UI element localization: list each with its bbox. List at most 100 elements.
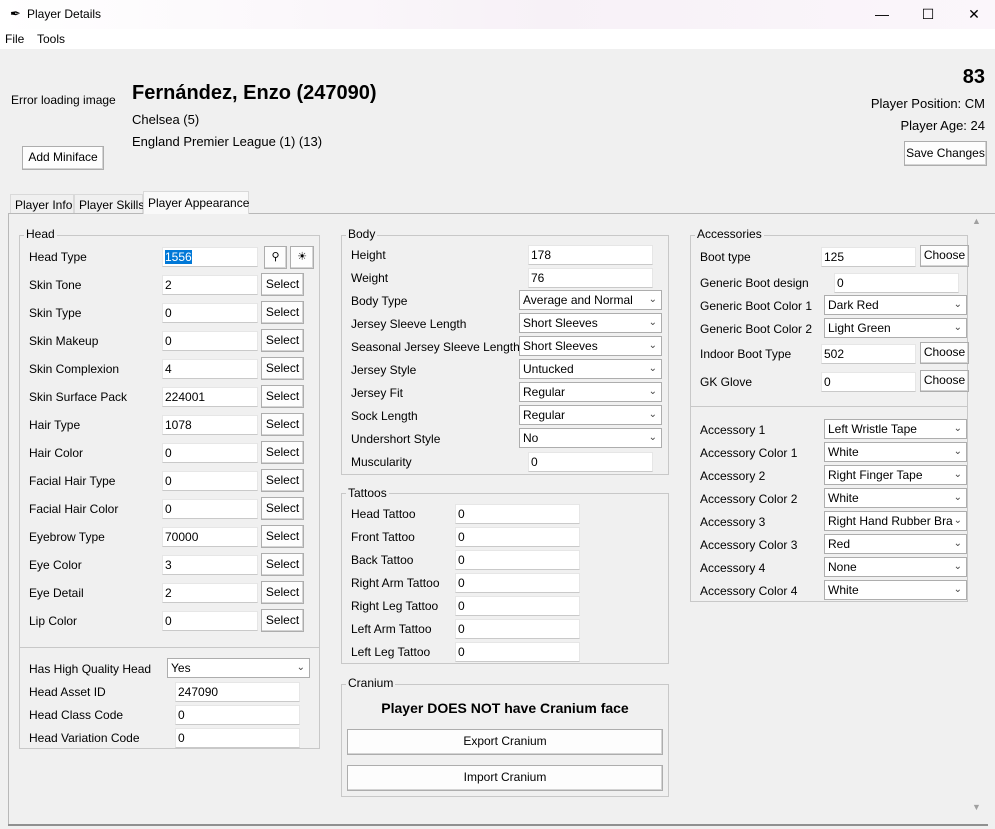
height-label: Height [351, 248, 386, 262]
head-row-select-button[interactable]: Select [261, 413, 304, 436]
close-button[interactable]: ✕ [951, 0, 995, 29]
head-row-select-button[interactable]: Select [261, 581, 304, 604]
accessory-select[interactable]: White ⌄ [824, 580, 967, 600]
tattoo-label: Left Leg Tattoo [351, 645, 431, 659]
player-position: Player Position: CM [870, 96, 985, 111]
head-row-select-button[interactable]: Select [261, 469, 304, 492]
head-row-label: Skin Surface Pack [29, 390, 128, 404]
vertical-scrollbar[interactable]: ▲ ▼ [970, 216, 984, 816]
tattoo-input[interactable]: 0 [455, 573, 580, 593]
head-row-select-button[interactable]: Select [261, 329, 304, 352]
import-cranium-button[interactable]: Import Cranium [347, 765, 663, 791]
accessory-select[interactable]: Right Hand Rubber Bra ⌄ [824, 511, 967, 531]
head-row-select-button[interactable]: Select [261, 553, 304, 576]
body-group-title: Body [346, 227, 378, 241]
body-combo-select[interactable]: No ⌄ [519, 428, 662, 448]
head-row-select-button[interactable]: Select [261, 441, 304, 464]
head-class-code-input[interactable]: 0 [175, 705, 300, 725]
head-row-select-button[interactable]: Select [261, 273, 304, 296]
accessory-select[interactable]: White ⌄ [824, 488, 967, 508]
accessories-group-title: Accessories [695, 227, 764, 241]
indoor-boot-type-input[interactable]: 502 [821, 344, 916, 364]
gk-glove-choose-button[interactable]: Choose [920, 370, 969, 392]
generic-boot-color1-select[interactable]: Dark Red ⌄ [824, 295, 967, 315]
tattoo-input[interactable]: 0 [455, 642, 580, 662]
accessory-label: Accessory Color 2 [700, 492, 798, 506]
head-row-select-button[interactable]: Select [261, 357, 304, 380]
eyedropper-icon: ⚲ [271, 251, 280, 263]
tattoo-input[interactable]: 0 [455, 619, 580, 639]
head-row-input[interactable]: 2 [162, 275, 258, 295]
accessory-select[interactable]: White ⌄ [824, 442, 967, 462]
bug-button[interactable]: ☀ [290, 246, 314, 269]
body-combo-select[interactable]: Short Sleeves ⌄ [519, 313, 662, 333]
generic-boot-color2-select[interactable]: Light Green ⌄ [824, 318, 967, 338]
chevron-down-icon: ⌄ [953, 423, 962, 434]
maximize-button[interactable]: ☐ [905, 0, 951, 29]
head-row-input[interactable]: 3 [162, 555, 258, 575]
generic-boot-design-input[interactable]: 0 [834, 273, 959, 293]
head-type-input[interactable]: 1556 [162, 247, 258, 267]
body-combo-select[interactable]: Short Sleeves ⌄ [519, 336, 662, 356]
menu-tools[interactable]: Tools [37, 32, 65, 46]
tattoo-input[interactable]: 0 [455, 596, 580, 616]
head-row-select-button[interactable]: Select [261, 301, 304, 324]
head-variation-code-input[interactable]: 0 [175, 728, 300, 748]
generic-boot-design-label: Generic Boot design [700, 276, 809, 290]
height-input[interactable]: 178 [528, 245, 653, 265]
tab-player-appearance[interactable]: Player Appearance [143, 191, 249, 214]
save-changes-button[interactable]: Save Changes [904, 141, 987, 166]
body-combo-label: Jersey Fit [351, 386, 404, 400]
indoor-boot-type-choose-button[interactable]: Choose [920, 342, 969, 364]
hq-head-select[interactable]: Yes ⌄ [167, 658, 310, 678]
head-row-input[interactable]: 0 [162, 499, 258, 519]
accessory-select[interactable]: Red ⌄ [824, 534, 967, 554]
head-row-input[interactable]: 2 [162, 583, 258, 603]
tattoo-input[interactable]: 0 [455, 504, 580, 524]
gk-glove-input[interactable]: 0 [821, 372, 916, 392]
body-combo-value: No [523, 431, 539, 445]
body-combo-select[interactable]: Regular ⌄ [519, 405, 662, 425]
weight-input[interactable]: 76 [528, 268, 653, 288]
head-row-input[interactable]: 0 [162, 471, 258, 491]
accessory-label: Accessory 4 [700, 561, 766, 575]
head-row-select-button[interactable]: Select [261, 385, 304, 408]
head-row-select-button[interactable]: Select [261, 609, 304, 632]
tab-player-info[interactable]: Player Info [10, 194, 74, 213]
eyedropper-button[interactable]: ⚲ [264, 246, 287, 269]
accessory-select[interactable]: None ⌄ [824, 557, 967, 577]
tattoo-input[interactable]: 0 [455, 527, 580, 547]
head-row-input[interactable]: 224001 [162, 387, 258, 407]
muscularity-input[interactable]: 0 [528, 452, 653, 472]
head-row-select-button[interactable]: Select [261, 497, 304, 520]
head-row-input[interactable]: 4 [162, 359, 258, 379]
head-row-input[interactable]: 0 [162, 443, 258, 463]
generic-boot-color2-value: Light Green [828, 321, 891, 335]
minimize-button[interactable]: — [859, 0, 905, 29]
head-row-input[interactable]: 1078 [162, 415, 258, 435]
head-row-input[interactable]: 70000 [162, 527, 258, 547]
head-row-input[interactable]: 0 [162, 331, 258, 351]
accessory-select[interactable]: Left Wristle Tape ⌄ [824, 419, 967, 439]
scroll-down-arrow-icon[interactable]: ▼ [972, 802, 981, 812]
body-combo-select[interactable]: Average and Normal ⌄ [519, 290, 662, 310]
menu-file[interactable]: File [5, 32, 24, 46]
head-row-input[interactable]: 0 [162, 303, 258, 323]
body-combo-label: Jersey Sleeve Length [351, 317, 467, 331]
scroll-up-arrow-icon[interactable]: ▲ [972, 216, 981, 226]
accessory-select[interactable]: Right Finger Tape ⌄ [824, 465, 967, 485]
tattoo-input[interactable]: 0 [455, 550, 580, 570]
tab-player-skills[interactable]: Player Skills [74, 194, 144, 213]
head-asset-id-input[interactable]: 247090 [175, 682, 300, 702]
export-cranium-button[interactable]: Export Cranium [347, 729, 663, 755]
boot-type-choose-button[interactable]: Choose [920, 245, 969, 267]
body-combo-select[interactable]: Regular ⌄ [519, 382, 662, 402]
head-row-input[interactable]: 0 [162, 611, 258, 631]
generic-boot-color1-value: Dark Red [828, 298, 879, 312]
gk-glove-label: GK Glove [700, 375, 753, 389]
body-combo-select[interactable]: Untucked ⌄ [519, 359, 662, 379]
chevron-down-icon: ⌄ [648, 386, 657, 397]
boot-type-input[interactable]: 125 [821, 247, 916, 267]
add-miniface-button[interactable]: Add Miniface [22, 146, 104, 170]
head-row-select-button[interactable]: Select [261, 525, 304, 548]
